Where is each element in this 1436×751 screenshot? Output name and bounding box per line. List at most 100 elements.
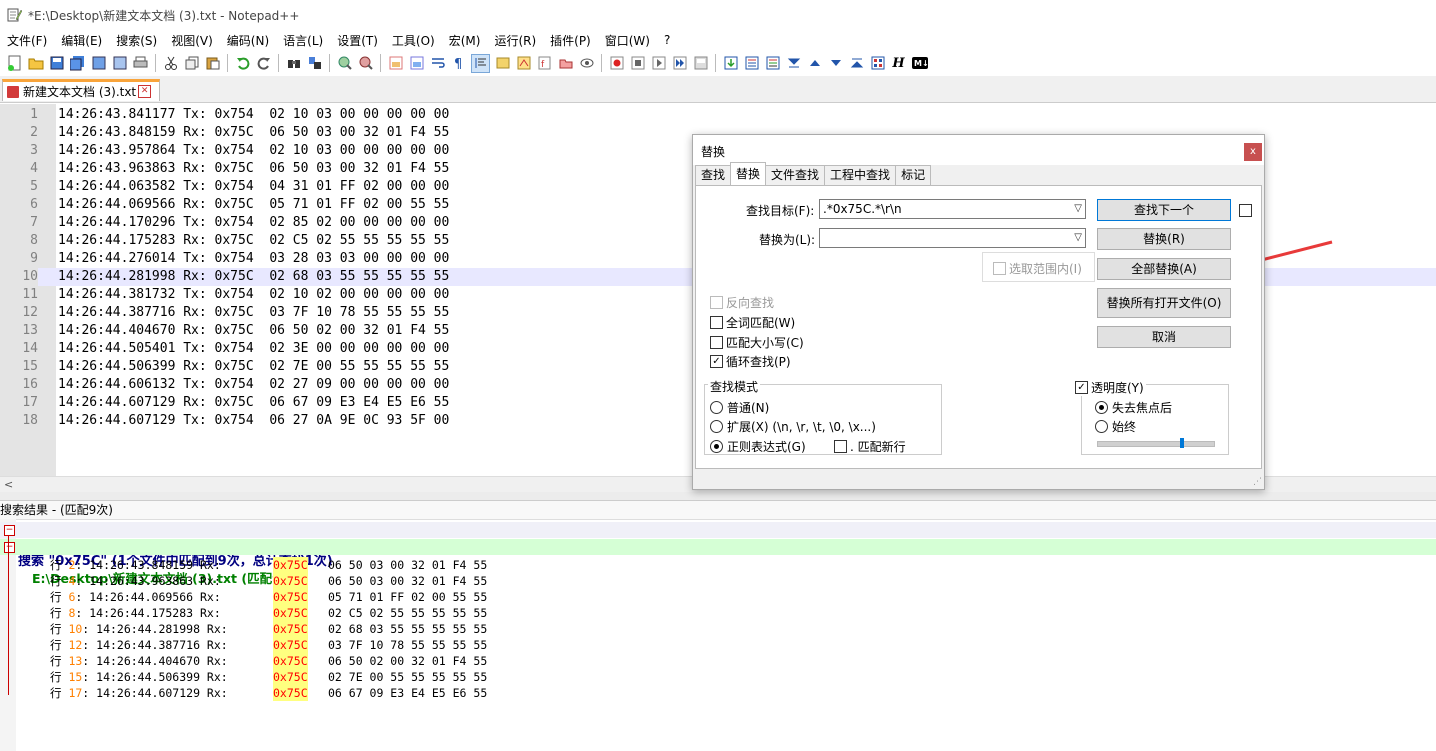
chevron-down-icon[interactable]: ▽ [1074, 200, 1082, 218]
open-file-icon[interactable] [27, 55, 44, 72]
transparency-slider-thumb[interactable] [1180, 438, 1184, 448]
tab-find-in-project[interactable]: 工程中查找 [824, 165, 897, 185]
result-row[interactable]: 行 17: 14:26:44.607129 Rx: 0x75C 06 67 09 … [0, 685, 1436, 701]
panel-splitter[interactable] [0, 492, 1436, 501]
wrap-around-checkbox[interactable]: ✓ 循环查找(P) [710, 353, 791, 370]
checkbox-box[interactable] [834, 440, 847, 453]
menu-window[interactable]: 窗口(W) [598, 32, 657, 49]
editor-line[interactable]: 1 14:26:43.841177 Tx: 0x754 02 10 03 00 0… [0, 106, 1436, 124]
print-icon[interactable] [132, 55, 149, 72]
tab-mark[interactable]: 标记 [895, 165, 932, 185]
menu-search[interactable]: 搜索(S) [109, 32, 164, 49]
line-text[interactable]: 14:26:44.170296 Tx: 0x754 02 85 02 00 00… [58, 214, 449, 232]
replace-icon[interactable] [306, 55, 323, 72]
menu-language[interactable]: 语言(L) [276, 32, 330, 49]
menu-macro[interactable]: 宏(M) [442, 32, 488, 49]
line-text[interactable]: 14:26:44.387716 Rx: 0x75C 03 7F 10 78 55… [58, 304, 449, 322]
menu-tools[interactable]: 工具(O) [385, 32, 442, 49]
replace-all-open-docs-button[interactable]: 替换所有打开文件(O) [1097, 288, 1231, 318]
close-all-icon[interactable] [111, 55, 128, 72]
dialog-close-button[interactable]: x [1244, 143, 1262, 161]
doc-map-icon[interactable] [515, 55, 532, 72]
replace-button[interactable]: 替换(R) [1097, 228, 1231, 250]
cancel-button[interactable]: 取消 [1097, 326, 1231, 348]
nav-up-icon[interactable] [806, 55, 823, 72]
transparency-checkbox[interactable]: ✓ 透明度(Y) [1075, 379, 1146, 396]
plugin-compare-icon[interactable] [764, 55, 781, 72]
macro-run-multiple-icon[interactable] [671, 55, 688, 72]
find-next-button[interactable]: 查找下一个 [1097, 199, 1231, 221]
cut-icon[interactable] [162, 55, 179, 72]
menu-plugins[interactable]: 插件(P) [543, 32, 598, 49]
chevron-down-icon[interactable]: ▽ [1074, 229, 1082, 247]
scroll-left-arrow-icon[interactable]: < [4, 477, 13, 493]
mode-regex-radio[interactable]: 正则表达式(G) [710, 438, 806, 455]
undo-icon[interactable] [234, 55, 251, 72]
line-text[interactable]: 14:26:44.607129 Rx: 0x75C 06 67 09 E3 E4… [58, 394, 449, 412]
line-text[interactable]: 14:26:44.276014 Tx: 0x754 03 28 03 03 00… [58, 250, 449, 268]
doc-tab[interactable]: 新建文本文档 (3).txt ✕ [2, 79, 160, 101]
replace-all-button[interactable]: 全部替换(A) [1097, 258, 1231, 280]
result-row[interactable]: 行 13: 14:26:44.404670 Rx: 0x75C 06 50 02 … [0, 653, 1436, 669]
fold-toggle-icon[interactable]: − [4, 542, 15, 553]
close-file-icon[interactable] [90, 55, 107, 72]
result-row[interactable]: 行 2: 14:26:43.848159 Rx: 0x75C 06 50 03 0… [0, 557, 1436, 573]
function-list-icon[interactable]: f [536, 55, 553, 72]
save-all-icon[interactable] [69, 55, 86, 72]
nav-first-icon[interactable] [785, 55, 802, 72]
transparency-slider[interactable] [1097, 441, 1215, 447]
sync-horizontal-icon[interactable] [408, 55, 425, 72]
nav-down-icon[interactable] [827, 55, 844, 72]
backward-checkbox[interactable]: 反向查找 [710, 294, 774, 311]
radio-dot[interactable] [1095, 420, 1108, 433]
radio-dot[interactable] [710, 401, 723, 414]
resize-grip-icon[interactable]: ⋰ [1253, 477, 1262, 487]
result-row[interactable]: 行 8: 14:26:44.175283 Rx: 0x75C 02 C5 02 5… [0, 605, 1436, 621]
new-file-icon[interactable] [6, 55, 23, 72]
match-case-checkbox[interactable]: 匹配大小写(C) [710, 334, 804, 351]
radio-dot-selected[interactable] [1095, 401, 1108, 414]
folder-workspace-icon[interactable] [557, 55, 574, 72]
plugin-list-icon[interactable] [743, 55, 760, 72]
radio-dot[interactable] [710, 420, 723, 433]
line-text[interactable]: 14:26:43.957864 Tx: 0x754 02 10 03 00 00… [58, 142, 449, 160]
macro-stop-icon[interactable] [629, 55, 646, 72]
line-text[interactable]: 14:26:44.175283 Rx: 0x75C 02 C5 02 55 55… [58, 232, 449, 250]
tab-find[interactable]: 查找 [695, 165, 732, 185]
macro-record-icon[interactable] [608, 55, 625, 72]
find-icon[interactable] [285, 55, 302, 72]
tab-find-in-files[interactable]: 文件查找 [765, 165, 826, 185]
line-text[interactable]: 14:26:44.505401 Tx: 0x754 02 3E 00 00 00… [58, 340, 449, 358]
in-selection-checkbox[interactable]: 选取范围内(I) [993, 260, 1082, 277]
line-text[interactable]: 14:26:44.404670 Rx: 0x75C 06 50 02 00 32… [58, 322, 449, 340]
markdown-icon[interactable]: M↓ [911, 55, 928, 72]
line-text[interactable]: 14:26:44.281998 Rx: 0x75C 02 68 03 55 55… [58, 268, 449, 286]
sync-vertical-icon[interactable] [387, 55, 404, 72]
mode-extended-radio[interactable]: 扩展(X) (\n, \r, \t, \0, \x...) [710, 418, 876, 435]
line-text[interactable]: 14:26:43.963863 Rx: 0x75C 06 50 03 00 32… [58, 160, 449, 178]
whole-word-checkbox[interactable]: 全词匹配(W) [710, 314, 795, 331]
line-text[interactable]: 14:26:44.381732 Tx: 0x754 02 10 02 00 00… [58, 286, 449, 304]
macro-save-icon[interactable] [692, 55, 709, 72]
line-text[interactable]: 14:26:44.607129 Tx: 0x754 06 27 0A 9E 0C… [58, 412, 449, 430]
redo-icon[interactable] [255, 55, 272, 72]
plugin-upload-icon[interactable] [722, 55, 739, 72]
results-search-line[interactable]: − 搜索 "0x75C" (1个文件中匹配到9次，总计查找1次) [0, 522, 1436, 569]
menu-edit[interactable]: 编辑(E) [54, 32, 109, 49]
menu-run[interactable]: 运行(R) [487, 32, 543, 49]
paste-icon[interactable] [204, 55, 221, 72]
plugin-grid-icon[interactable] [869, 55, 886, 72]
zoom-in-icon[interactable] [336, 55, 353, 72]
trans-always-radio[interactable]: 始终 [1095, 418, 1136, 435]
line-text[interactable]: 14:26:44.069566 Rx: 0x75C 05 71 01 FF 02… [58, 196, 449, 214]
find-what-combo[interactable]: .*0x75C.*\r\n ▽ [819, 199, 1086, 219]
radio-dot-selected[interactable] [710, 440, 723, 453]
save-icon[interactable] [48, 55, 65, 72]
tab-replace[interactable]: 替换 [730, 162, 767, 185]
show-all-chars-icon[interactable]: ¶ [450, 55, 467, 72]
copy-icon[interactable] [183, 55, 200, 72]
checkbox-box[interactable] [710, 296, 723, 309]
language-icon[interactable] [494, 55, 511, 72]
menu-view[interactable]: 视图(V) [164, 32, 220, 49]
find-next-option-checkbox[interactable] [1239, 204, 1255, 217]
